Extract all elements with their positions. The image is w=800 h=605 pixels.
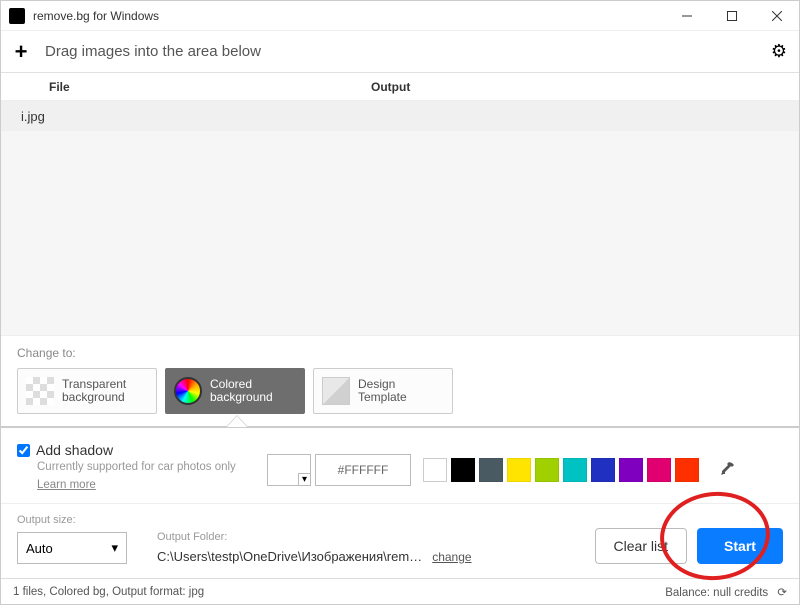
- checker-icon: [26, 377, 54, 405]
- close-button[interactable]: [754, 1, 799, 31]
- swatch-3[interactable]: [507, 458, 531, 482]
- table-row[interactable]: i.jpg: [1, 101, 799, 131]
- swatch-6[interactable]: [591, 458, 615, 482]
- maximize-button[interactable]: [709, 1, 754, 31]
- options-panel: Add shadow Currently supported for car p…: [1, 428, 799, 504]
- output-size-select[interactable]: Auto ▾: [17, 532, 127, 564]
- plus-icon: +: [15, 39, 28, 65]
- option-colored-bg[interactable]: Colored background: [165, 368, 305, 414]
- app-icon: [9, 8, 25, 24]
- colorwheel-icon: [174, 377, 202, 405]
- output-folder-path: C:\Users\testp\OneDrive\Изображения\rem…: [157, 549, 422, 564]
- swatch-8[interactable]: [647, 458, 671, 482]
- cube-icon: [322, 377, 350, 405]
- change-folder-link[interactable]: change: [432, 550, 471, 564]
- gear-icon: ⚙: [771, 41, 787, 62]
- table-header: File Output: [1, 73, 799, 101]
- learn-more-link[interactable]: Learn more: [37, 479, 96, 491]
- column-file: File: [1, 80, 371, 94]
- eyedropper-button[interactable]: [715, 458, 739, 482]
- status-bar: 1 files, Colored bg, Output format: jpg …: [1, 578, 799, 604]
- color-hex-input[interactable]: #FFFFFF: [315, 454, 411, 486]
- status-left: 1 files, Colored bg, Output format: jpg: [13, 586, 204, 598]
- add-shadow-desc: Currently supported for car photos only: [37, 460, 247, 475]
- add-shadow-label: Add shadow: [36, 442, 113, 458]
- swatch-4[interactable]: [535, 458, 559, 482]
- option-design-template[interactable]: Design Template: [313, 368, 453, 414]
- color-preview-dropdown[interactable]: ▾: [267, 454, 311, 486]
- minimize-button[interactable]: [664, 1, 709, 31]
- option-transparent-bg[interactable]: Transparent background: [17, 368, 157, 414]
- swatch-5[interactable]: [563, 458, 587, 482]
- eyedropper-icon: [719, 462, 735, 478]
- chevron-down-icon: ▾: [111, 540, 118, 556]
- toolbar: + Drag images into the area below ⚙: [1, 31, 799, 73]
- start-button[interactable]: Start: [697, 528, 783, 564]
- status-balance: Balance: null credits: [665, 587, 768, 599]
- bottom-panel: Output size: Auto ▾ Output Folder: C:\Us…: [1, 504, 799, 578]
- file-drop-area[interactable]: i.jpg: [1, 101, 799, 335]
- chevron-down-icon: ▾: [298, 473, 310, 485]
- add-files-button[interactable]: +: [1, 32, 41, 72]
- add-shadow-checkbox[interactable]: [17, 444, 30, 457]
- clear-list-button[interactable]: Clear list: [595, 528, 687, 564]
- change-to-panel: Change to: Transparent background Colore…: [1, 335, 799, 426]
- column-output: Output: [371, 80, 799, 94]
- output-folder-label: Output Folder:: [157, 531, 565, 543]
- output-size-label: Output size:: [17, 514, 127, 526]
- swatch-2[interactable]: [479, 458, 503, 482]
- swatch-9[interactable]: [675, 458, 699, 482]
- swatch-7[interactable]: [619, 458, 643, 482]
- titlebar: remove.bg for Windows: [1, 1, 799, 31]
- refresh-balance-button[interactable]: ⟳: [777, 587, 787, 599]
- window-title: remove.bg for Windows: [33, 9, 664, 23]
- drag-hint: Drag images into the area below: [41, 43, 759, 60]
- change-to-label: Change to:: [17, 346, 783, 360]
- swatch-1[interactable]: [451, 458, 475, 482]
- file-name: i.jpg: [21, 109, 45, 124]
- refresh-icon: ⟳: [777, 587, 787, 599]
- settings-button[interactable]: ⚙: [759, 32, 799, 72]
- selected-arrow-icon: [227, 416, 247, 427]
- swatch-0[interactable]: [423, 458, 447, 482]
